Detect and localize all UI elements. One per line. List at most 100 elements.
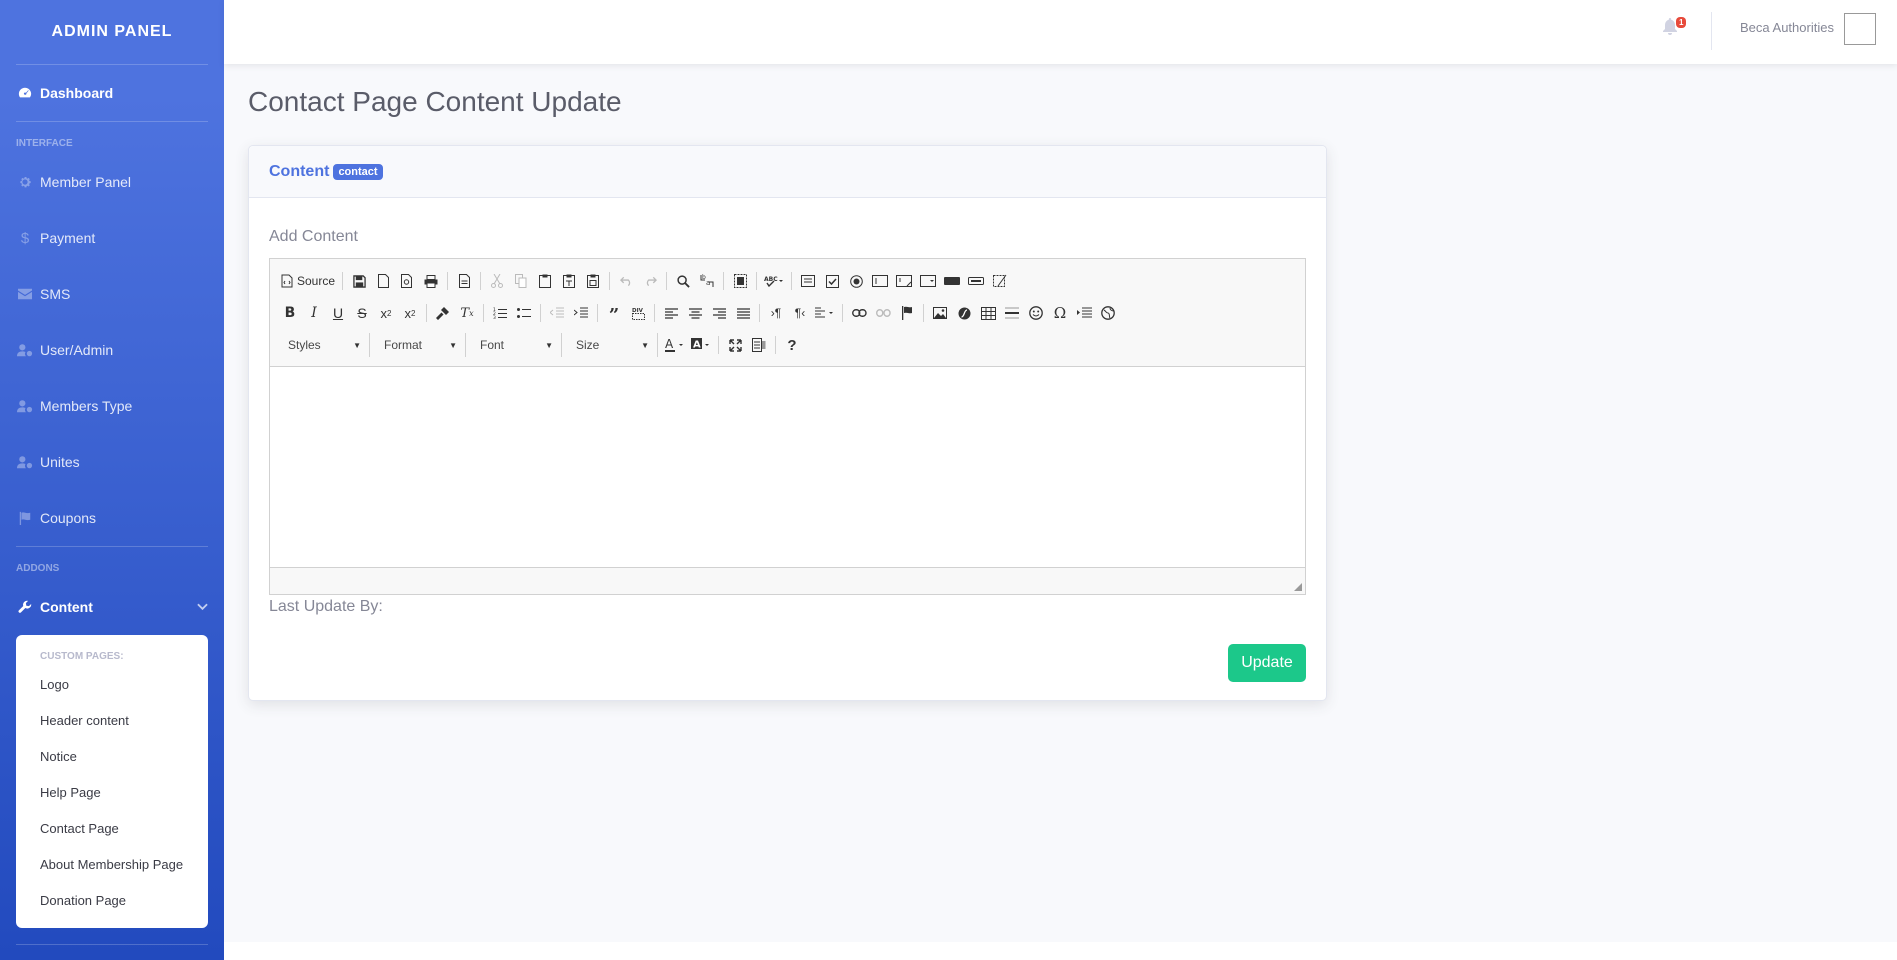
text-direction-rtl-icon[interactable]: ¶‹: [788, 301, 812, 325]
wrench-icon: [16, 598, 34, 616]
textarea-icon[interactable]: [892, 269, 916, 293]
checkbox-icon[interactable]: [820, 269, 844, 293]
iframe-globe-icon[interactable]: [1096, 301, 1120, 325]
sidebar-item-payment[interactable]: $ Payment: [0, 210, 224, 266]
print-icon[interactable]: [419, 269, 443, 293]
sidebar-item-member-panel[interactable]: Member Panel: [0, 154, 224, 210]
outdent-icon[interactable]: [545, 301, 569, 325]
table-icon[interactable]: [976, 301, 1000, 325]
content-card: Content contact Add Content Source a b A…: [248, 145, 1327, 701]
anchor-flag-icon[interactable]: [895, 301, 919, 325]
bulleted-list-icon[interactable]: [512, 301, 536, 325]
size-dropdown[interactable]: Size ▼: [566, 333, 658, 357]
superscript-icon[interactable]: x2: [398, 301, 422, 325]
sidebar-item-coupons[interactable]: Coupons: [0, 490, 224, 546]
text-direction-ltr-icon[interactable]: ›¶: [764, 301, 788, 325]
preview-icon[interactable]: [395, 269, 419, 293]
text-color-icon[interactable]: A: [662, 333, 688, 357]
indent-icon[interactable]: [569, 301, 593, 325]
toolbar-separator: [342, 272, 344, 290]
sidebar-item-dashboard[interactable]: Dashboard: [0, 65, 224, 121]
font-dropdown[interactable]: Font ▼: [470, 333, 562, 357]
submenu-item-contact-page[interactable]: Contact Page: [16, 812, 208, 848]
hidden-field-icon[interactable]: [988, 269, 1012, 293]
sidebar-item-content[interactable]: Content: [0, 579, 224, 635]
form-icon[interactable]: [796, 269, 820, 293]
find-icon[interactable]: [671, 269, 695, 293]
paste-word-icon[interactable]: [581, 269, 605, 293]
flash-icon[interactable]: [952, 301, 976, 325]
show-blocks-icon[interactable]: [747, 333, 771, 357]
remove-format-icon[interactable]: Tx: [455, 301, 479, 325]
submenu-item-about-membership-page[interactable]: About Membership Page: [16, 848, 208, 884]
sidebar-item-members-type[interactable]: Members Type: [0, 378, 224, 434]
numbered-list-icon[interactable]: 123: [488, 301, 512, 325]
select-field-icon[interactable]: [916, 269, 940, 293]
align-left-icon[interactable]: [659, 301, 683, 325]
page-break-icon[interactable]: [1072, 301, 1096, 325]
select-all-icon[interactable]: [728, 269, 752, 293]
user-name[interactable]: Beca Authorities: [1740, 20, 1834, 35]
paste-text-icon[interactable]: [557, 269, 581, 293]
copy-format-icon[interactable]: [431, 301, 455, 325]
radio-icon[interactable]: [844, 269, 868, 293]
image-icon[interactable]: [928, 301, 952, 325]
toolbar-separator: [775, 336, 776, 354]
align-center-icon[interactable]: [683, 301, 707, 325]
sidebar-item-user-admin[interactable]: User/Admin: [0, 322, 224, 378]
format-dropdown[interactable]: Format ▼: [374, 333, 466, 357]
custom-pages-header: CUSTOM PAGES:: [40, 651, 124, 662]
resize-handle[interactable]: [1294, 583, 1302, 591]
last-update-label: Last Update By:: [269, 598, 383, 615]
align-justify-icon[interactable]: [731, 301, 755, 325]
update-button[interactable]: Update: [1228, 644, 1306, 682]
help-icon[interactable]: ?: [780, 333, 804, 357]
dropdown-arrow-icon: ▼: [353, 340, 361, 350]
language-icon[interactable]: [812, 301, 838, 325]
sidebar-item-sms[interactable]: SMS: [0, 266, 224, 322]
spellcheck-icon[interactable]: ABC: [761, 269, 787, 293]
submenu-item-logo[interactable]: Logo: [16, 668, 208, 704]
dropdown-arrow-icon: ▼: [545, 340, 553, 350]
paste-icon[interactable]: [533, 269, 557, 293]
bold-icon[interactable]: B: [278, 301, 302, 325]
styles-dropdown[interactable]: Styles ▼: [278, 333, 370, 357]
smiley-icon[interactable]: [1024, 301, 1048, 325]
underline-icon[interactable]: U: [326, 301, 350, 325]
new-page-icon[interactable]: [371, 269, 395, 293]
maximize-icon[interactable]: [723, 333, 747, 357]
sidebar-item-label: User/Admin: [40, 342, 114, 358]
sidebar-item-unites[interactable]: Unites: [0, 434, 224, 490]
subscript-icon[interactable]: x2: [374, 301, 398, 325]
copy-icon[interactable]: [509, 269, 533, 293]
button-field-icon[interactable]: [940, 269, 964, 293]
dropdown-arrow-icon: ▼: [641, 340, 649, 350]
italic-icon[interactable]: I: [302, 301, 326, 325]
source-button[interactable]: Source: [278, 269, 338, 293]
avatar[interactable]: [1844, 13, 1876, 45]
save-icon[interactable]: [347, 269, 371, 293]
textfield-icon[interactable]: [868, 269, 892, 293]
horizontal-line-icon[interactable]: [1000, 301, 1024, 325]
image-button-icon[interactable]: [964, 269, 988, 293]
undo-icon[interactable]: [614, 269, 638, 293]
templates-icon[interactable]: [452, 269, 476, 293]
unlink-icon[interactable]: [871, 301, 895, 325]
editor-content-area[interactable]: [270, 367, 1305, 567]
strikethrough-icon[interactable]: S: [350, 301, 374, 325]
submenu-item-notice[interactable]: Notice: [16, 740, 208, 776]
submenu-item-help-page[interactable]: Help Page: [16, 776, 208, 812]
cut-icon[interactable]: [485, 269, 509, 293]
sidebar-heading: INTERFACE: [16, 138, 73, 149]
redo-icon[interactable]: [638, 269, 662, 293]
submenu-item-donation-page[interactable]: Donation Page: [16, 884, 208, 920]
special-char-icon[interactable]: Ω: [1048, 301, 1072, 325]
brand[interactable]: ADMIN PANEL: [0, 0, 224, 64]
link-icon[interactable]: [847, 301, 871, 325]
blockquote-icon[interactable]: ”: [602, 301, 626, 325]
replace-icon[interactable]: ab: [695, 269, 719, 293]
submenu-item-header-content[interactable]: Header content: [16, 704, 208, 740]
align-right-icon[interactable]: [707, 301, 731, 325]
background-color-icon[interactable]: A: [688, 333, 714, 357]
div-container-icon[interactable]: DIV: [626, 301, 650, 325]
